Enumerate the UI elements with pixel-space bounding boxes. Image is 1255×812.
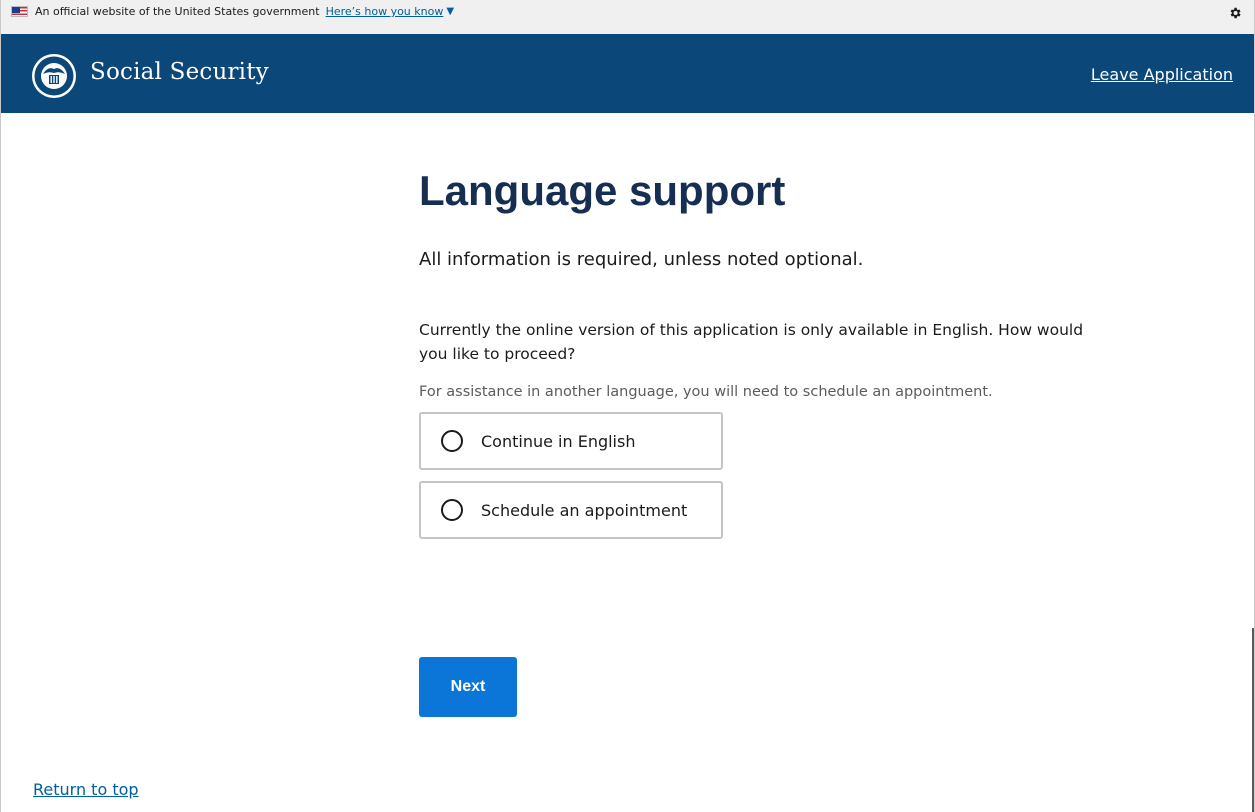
option-continue-in-english[interactable]: Continue in English <box>419 412 723 470</box>
chevron-down-icon: ▼ <box>446 6 455 17</box>
required-note: All information is required, unless note… <box>419 249 864 270</box>
radio-button[interactable] <box>441 430 463 452</box>
question-label: Currently the online version of this app… <box>419 321 1084 363</box>
site-title[interactable]: Social Security <box>90 59 269 85</box>
gov-banner: An official website of the United States… <box>1 0 1254 34</box>
site-header: Social Security Leave Application <box>1 34 1254 113</box>
ssa-seal-icon[interactable] <box>31 53 77 99</box>
flag-canton <box>12 7 20 13</box>
gov-banner-text: An official website of the United States… <box>35 5 320 18</box>
heres-how-you-know-link[interactable]: Here’s how you know ▼ <box>326 5 455 18</box>
return-to-top-link[interactable]: Return to top <box>33 780 139 799</box>
scrollbar[interactable] <box>1252 628 1254 812</box>
option-label: Continue in English <box>481 431 636 451</box>
us-flag-icon <box>11 6 28 17</box>
option-label: Schedule an appointment <box>481 500 688 520</box>
question-hint: For assistance in another language, you … <box>419 384 993 400</box>
heres-how-you-know-label: Here’s how you know <box>325 5 444 18</box>
option-schedule-appointment[interactable]: Schedule an appointment <box>419 481 723 539</box>
next-button[interactable]: Next <box>419 657 517 717</box>
page: An official website of the United States… <box>0 0 1255 812</box>
page-title: Language support <box>419 167 786 214</box>
radio-button[interactable] <box>441 499 463 521</box>
gear-icon[interactable] <box>1228 6 1242 20</box>
leave-application-link[interactable]: Leave Application <box>1091 65 1233 84</box>
